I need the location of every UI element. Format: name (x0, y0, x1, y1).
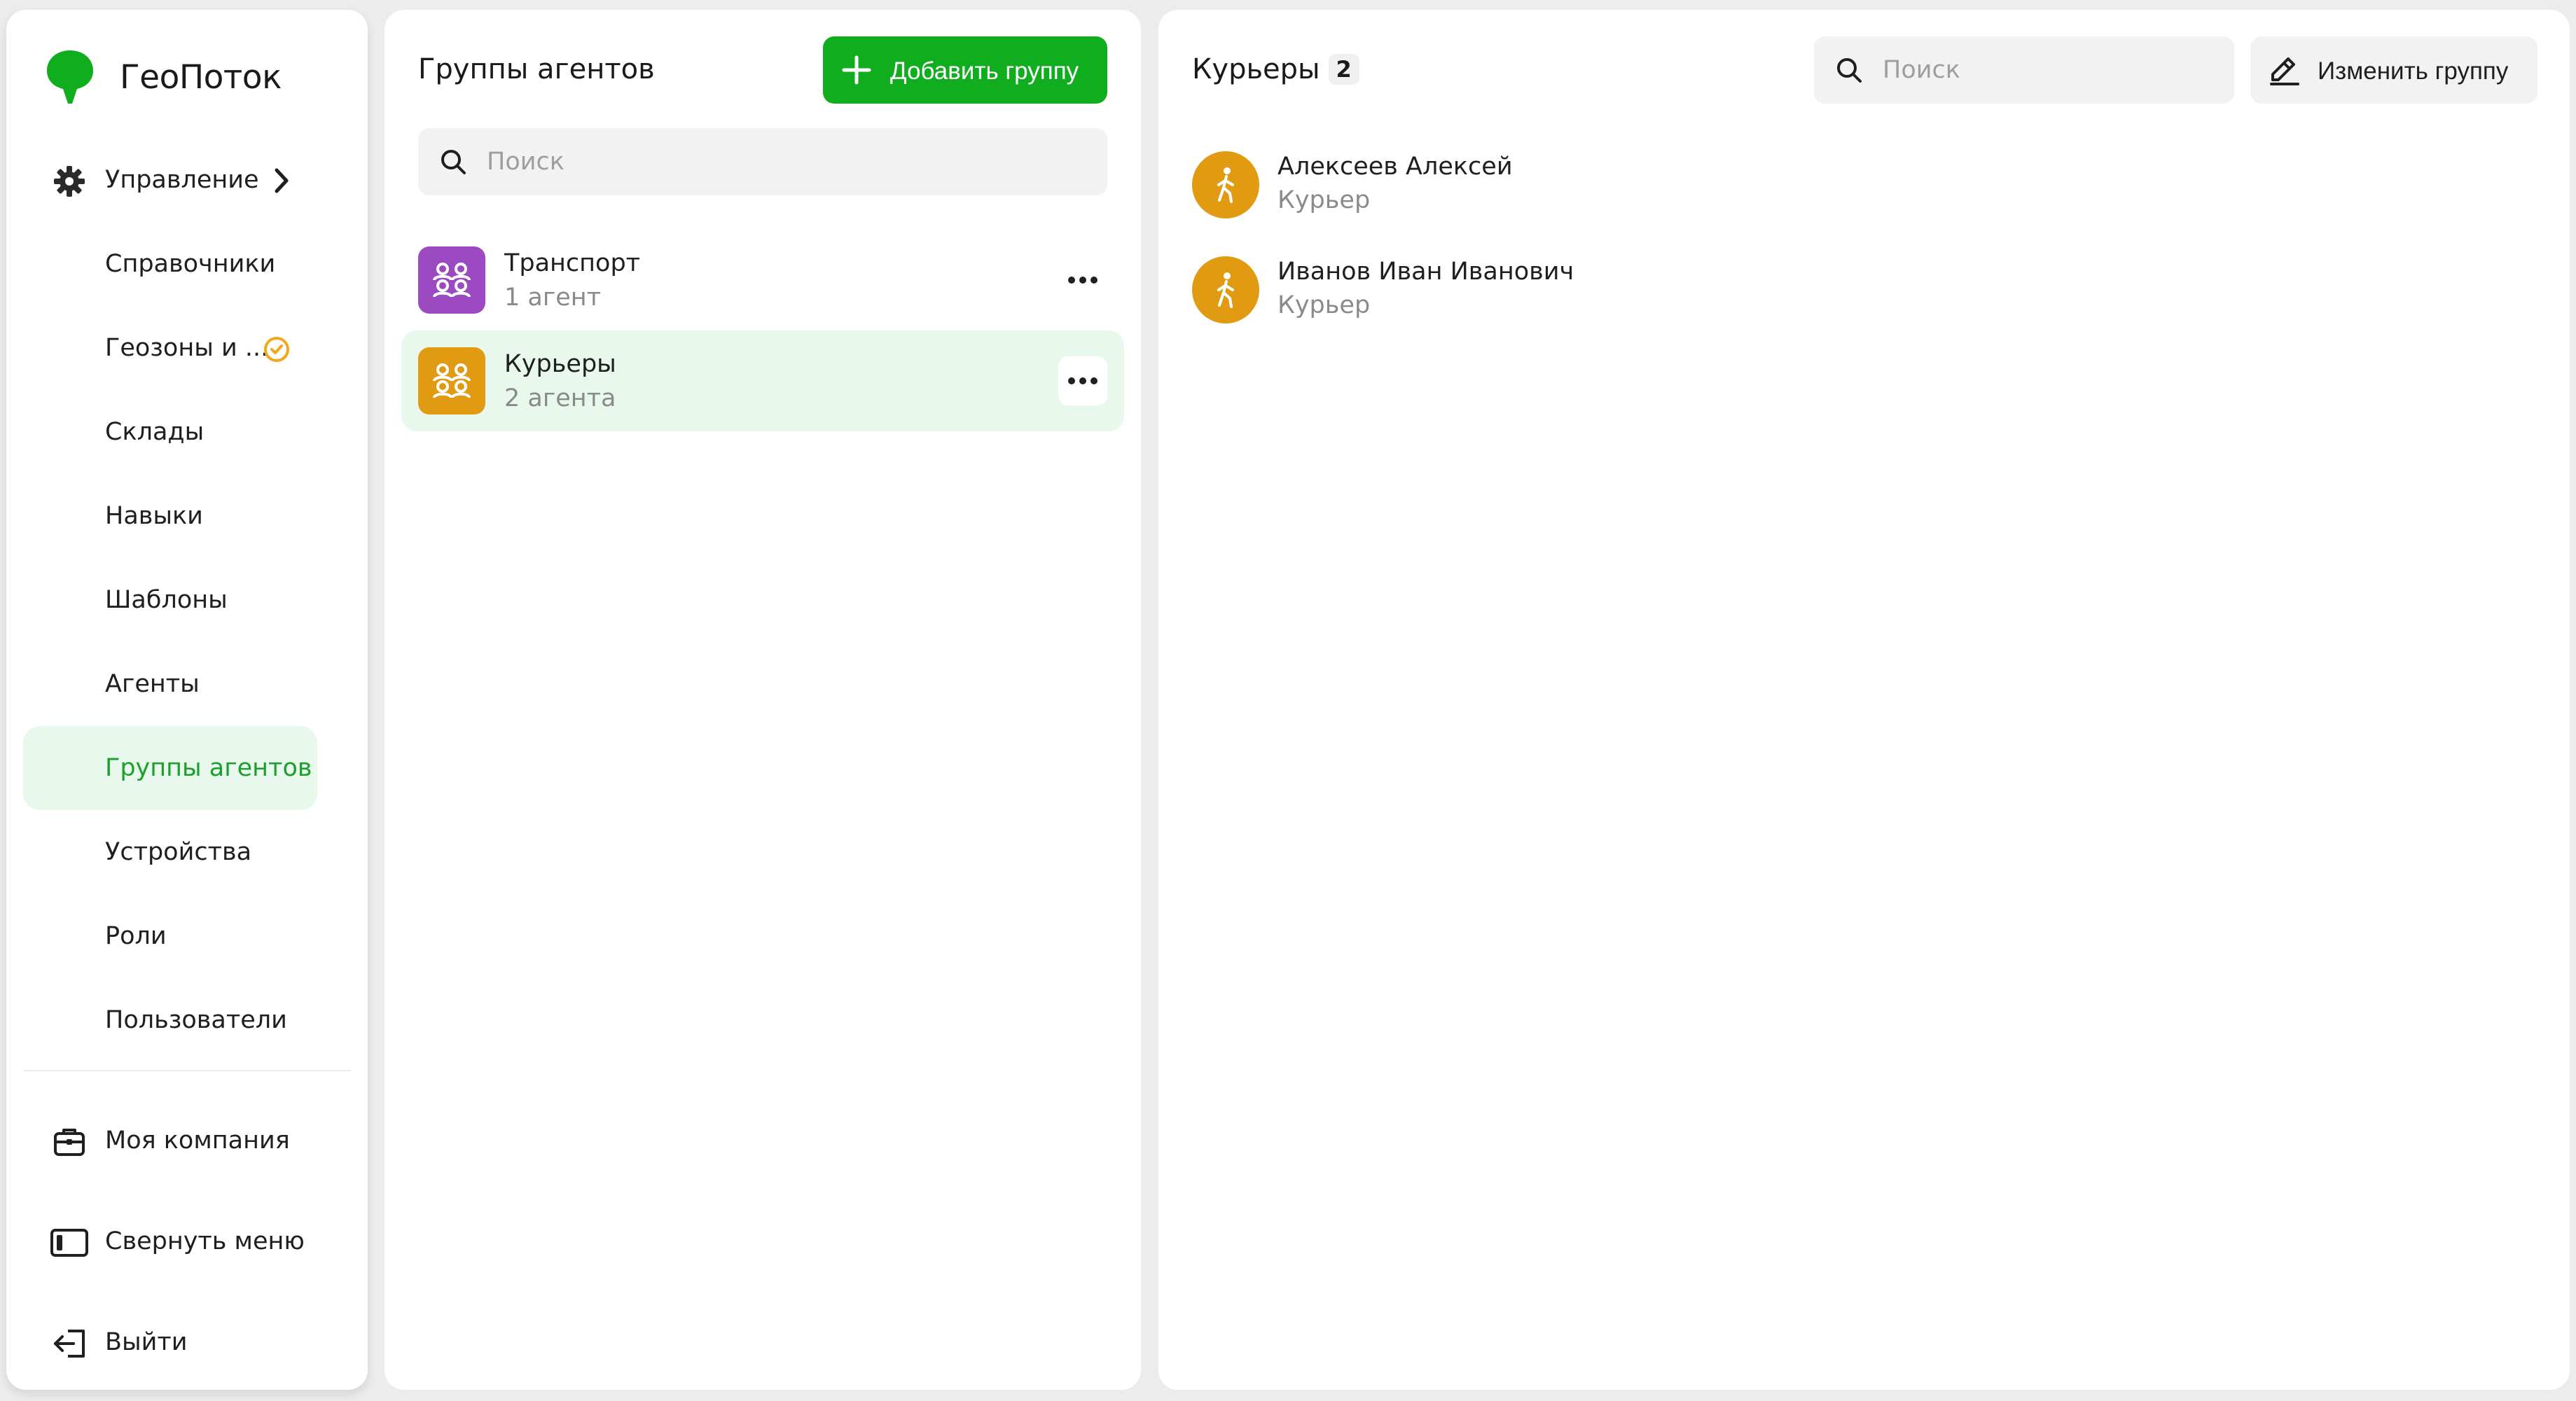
sidebar-item-skills[interactable]: Навыки (23, 474, 317, 558)
group-name: Курьеры (504, 350, 616, 378)
app-name: ГеоПоток (120, 57, 282, 97)
sidebar-item-collapse-menu[interactable]: Свернуть меню (23, 1199, 317, 1283)
people-group-icon (433, 263, 471, 298)
search-icon (1837, 58, 1862, 83)
agents-search-input[interactable] (1883, 36, 2220, 104)
sidebar-item-label: Устройства (105, 838, 252, 866)
sidebar-item-warehouses[interactable]: Склады (23, 390, 317, 474)
sidebar-item-label: Группы агентов (105, 754, 312, 782)
sidebar-item-logout[interactable]: Выйти (23, 1300, 317, 1384)
sidebar-item-management[interactable]: Управление (23, 138, 317, 222)
add-group-label: Добавить группу (890, 57, 1079, 85)
group-detail-panel: Курьеры 2 Изменить группу (1158, 10, 2570, 1390)
group-avatar (418, 246, 485, 314)
sidebar-item-label: Роли (105, 922, 167, 950)
walking-person-icon (1217, 272, 1234, 308)
sidebar-item-my-company[interactable]: Моя компания (23, 1099, 317, 1183)
edit-group-button[interactable]: Изменить группу (2250, 36, 2537, 104)
sidebar-item-label: Агенты (105, 670, 200, 698)
sidebar-item-agents[interactable]: Агенты (23, 642, 317, 726)
agent-list-item[interactable]: Алексеев Алексей Курьер (1175, 146, 2016, 223)
agent-role: Курьер (1277, 186, 1371, 214)
sidebar-item-label: Моя компания (105, 1127, 290, 1155)
sidebar-item-label: Справочники (105, 250, 276, 278)
page-title: Группы агентов (418, 53, 655, 85)
edit-group-label: Изменить группу (2318, 57, 2509, 85)
sidebar-item-label: Шаблоны (105, 586, 228, 614)
pencil-icon (2270, 57, 2299, 85)
agent-count-badge: 2 (1328, 54, 1359, 85)
sidebar-item-devices[interactable]: Устройства (23, 810, 317, 894)
sidebar-item-roles[interactable]: Роли (23, 894, 317, 978)
agent-role: Курьер (1277, 291, 1371, 319)
app-root: ГеоПоток Управление Справочники Геозоны … (0, 0, 2576, 1401)
sidebar-item-agent-groups[interactable]: Группы агентов (23, 726, 317, 810)
group-name: Транспорт (504, 249, 641, 277)
group-more-button[interactable] (1058, 256, 1107, 305)
sidebar-item-label: Пользователи (105, 1006, 287, 1034)
group-list-item[interactable]: Транспорт 1 агент (401, 230, 1124, 330)
agent-avatar (1192, 256, 1259, 323)
add-group-button[interactable]: Добавить группу (823, 36, 1107, 104)
agent-avatar (1192, 151, 1259, 218)
sidebar-item-geozones[interactable]: Геозоны и ... (23, 306, 317, 390)
chevron-right-icon (275, 168, 289, 193)
sidebar-item-label: Управление (105, 166, 259, 194)
sidebar-divider (23, 1070, 351, 1071)
plus-icon (842, 55, 871, 85)
search-icon (441, 150, 466, 174)
agent-name: Иванов Иван Иванович (1277, 258, 1574, 286)
sidebar-item-label: Геозоны и ... (105, 334, 269, 362)
sidebar-item-label: Свернуть меню (105, 1227, 305, 1255)
sidebar-item-label: Навыки (105, 502, 203, 530)
group-list-item[interactable]: Курьеры 2 агента (401, 330, 1124, 431)
sidebar: ГеоПоток Управление Справочники Геозоны … (6, 10, 368, 1390)
sidebar-item-templates[interactable]: Шаблоны (23, 558, 317, 642)
sidebar-item-label: Выйти (105, 1328, 188, 1356)
group-detail-title: Курьеры (1192, 53, 1320, 85)
agents-search (1814, 36, 2234, 104)
group-detail-header: Курьеры 2 (1192, 53, 1359, 85)
people-group-icon (433, 363, 471, 398)
clock-check-icon (264, 337, 289, 362)
walking-person-icon (1217, 167, 1234, 203)
sidebar-item-directories[interactable]: Справочники (23, 222, 317, 306)
briefcase-icon (54, 1129, 85, 1156)
group-avatar (418, 347, 485, 414)
more-horizontal-icon (1068, 277, 1097, 284)
more-horizontal-icon (1068, 377, 1097, 384)
gear-icon (54, 166, 85, 197)
collapse-sidebar-icon (50, 1229, 88, 1257)
group-agent-count: 2 агента (504, 384, 616, 412)
agent-name: Алексеев Алексей (1277, 153, 1513, 181)
group-agent-count: 1 агент (504, 284, 602, 312)
agent-groups-panel: Группы агентов Добавить группу Поиск Тра… (385, 10, 1141, 1390)
sidebar-item-label: Склады (105, 418, 205, 446)
logo-icon (47, 50, 93, 104)
group-more-button[interactable] (1058, 356, 1107, 405)
sidebar-item-users[interactable]: Пользователи (23, 978, 317, 1062)
logout-icon (54, 1330, 85, 1358)
agent-list-item[interactable]: Иванов Иван Иванович Курьер (1175, 251, 2016, 328)
groups-search-input[interactable] (487, 128, 1093, 195)
app-logo[interactable]: ГеоПоток (46, 49, 282, 105)
groups-search (418, 128, 1107, 195)
